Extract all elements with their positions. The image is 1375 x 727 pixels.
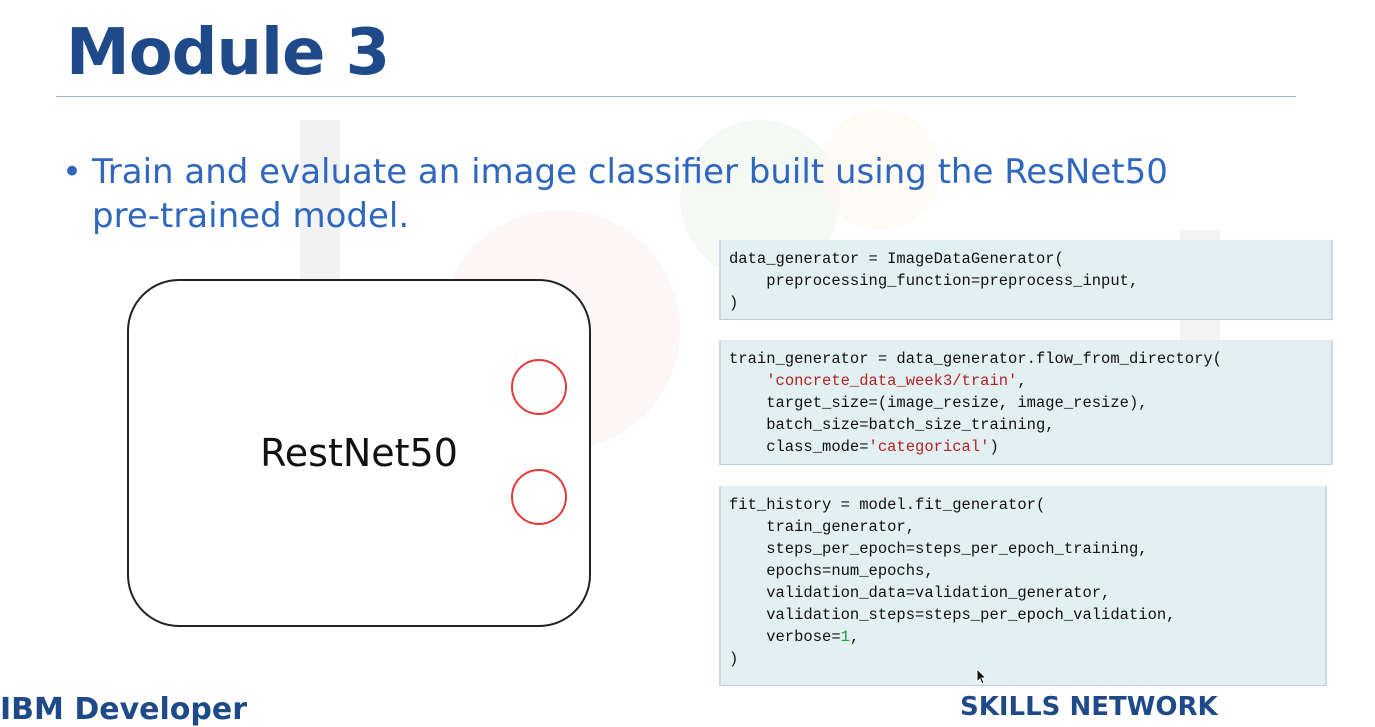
code-line: ) [729, 650, 739, 668]
output-port-circle-1 [511, 359, 567, 415]
bullet-text: Train and evaluate an image classifier b… [92, 152, 1168, 236]
code-line: batch_size=batch_size_training, [729, 416, 1055, 434]
code-line: train_generator = data_generator.flow_fr… [729, 350, 1222, 368]
model-label: RestNet50 [260, 431, 458, 475]
title-divider [56, 96, 1296, 97]
model-diagram-box: RestNet50 [127, 279, 591, 627]
code-token: ) [989, 438, 999, 456]
code-line: epochs=num_epochs, [729, 562, 934, 580]
code-line: train_generator, [729, 518, 916, 536]
code-line: verbose=1, [729, 626, 1317, 648]
code-line: fit_history = model.fit_generator( [729, 496, 1046, 514]
code-line: validation_data=validation_generator, [729, 584, 1111, 602]
code-line: preprocessing_function=preprocess_input, [729, 272, 1139, 290]
code-token: verbose= [729, 628, 841, 646]
code-line: 'concrete_data_week3/train', [729, 370, 1323, 392]
code-token: , [1017, 372, 1027, 390]
output-port-circle-2 [511, 469, 567, 525]
code-line: target_size=(image_resize, image_resize)… [729, 394, 1148, 412]
code-string: 'concrete_data_week3/train' [766, 372, 1018, 390]
code-line: data_generator = ImageDataGenerator( [729, 250, 1064, 268]
code-string: 'categorical' [868, 438, 990, 456]
code-line: validation_steps=steps_per_epoch_validat… [729, 606, 1176, 624]
code-token: , [849, 628, 860, 646]
code-line: ) [729, 294, 739, 312]
code-token: class_mode= [729, 438, 869, 456]
code-block-fit-history: fit_history = model.fit_generator( train… [719, 486, 1327, 686]
code-number: 1 [840, 628, 850, 646]
code-block-train-generator: train_generator = data_generator.flow_fr… [719, 340, 1333, 465]
bullet-marker: • [62, 152, 83, 192]
footer-brand-right: SKILLS NETWORK [960, 692, 1218, 722]
code-block-data-generator: data_generator = ImageDataGenerator( pre… [719, 240, 1333, 320]
slide-title: Module 3 [66, 16, 390, 90]
mouse-cursor-icon [976, 668, 988, 685]
footer-brand-left: IBM Developer [0, 692, 247, 727]
code-line: class_mode='categorical') [729, 436, 1323, 458]
code-line: steps_per_epoch=steps_per_epoch_training… [729, 540, 1148, 558]
